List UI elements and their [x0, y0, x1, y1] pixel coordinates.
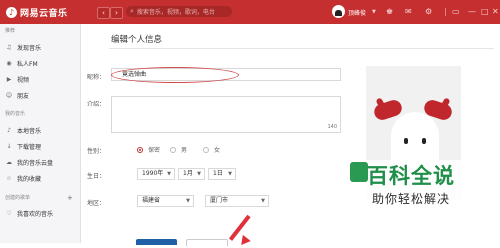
pointer-arrow-head — [237, 234, 251, 248]
watermark-title: 百科全说 — [367, 164, 455, 188]
section-created-playlists: 创建的歌单 — [5, 195, 31, 201]
local-music-icon: ♪ — [7, 126, 11, 134]
birth-month-select[interactable]: 1月 ▼ — [178, 168, 205, 180]
sidebar-item-friends[interactable]: ☺ 朋友 — [5, 90, 29, 100]
add-playlist-icon[interactable]: + — [67, 194, 73, 202]
dropdown-arrow-icon[interactable]: ▼ — [372, 7, 376, 17]
sidebar-item-cloud-disk[interactable]: ☁ 我的音乐云盘 — [5, 157, 53, 167]
radio-icon — [170, 146, 176, 153]
sidebar: 推荐 ♫ 发现音乐 ◉ 私人FM ▶ 视频 ☺ 朋友 我的音乐 ♪ 本地音乐 ↓ 下载管理 … — [0, 24, 81, 243]
page-title: 编辑个人信息 — [111, 35, 163, 45]
forward-button[interactable]: › — [110, 7, 123, 19]
nickname-label: 昵称： — [87, 74, 106, 81]
chevron-down-icon: ▼ — [261, 198, 265, 204]
chevron-down-icon: ▼ — [186, 198, 190, 204]
intro-field[interactable]: 140 — [111, 96, 341, 133]
sidebar-item-fm[interactable]: ◉ 私人FM — [5, 58, 37, 68]
back-button[interactable]: ‹ — [97, 7, 110, 19]
video-icon: ▶ — [6, 75, 12, 83]
highlight-ellipse — [111, 67, 239, 83]
mini-mode-icon[interactable]: ▭ — [452, 7, 460, 17]
birth-day-select[interactable]: 1日 ▼ — [208, 168, 236, 180]
intro-char-counter: 140 — [327, 124, 337, 130]
save-button[interactable] — [136, 239, 177, 245]
download-icon: ↓ — [6, 142, 12, 150]
minimize-icon[interactable]: — — [468, 7, 476, 17]
close-icon[interactable]: ✕ — [492, 7, 499, 17]
chevron-down-icon: ▼ — [197, 171, 201, 177]
username[interactable]: 顶峰俊 — [348, 8, 366, 17]
sidebar-item-local-music[interactable]: ♪ 本地音乐 — [5, 125, 41, 135]
sidebar-item-discover[interactable]: ♫ 发现音乐 — [5, 42, 41, 52]
app-name: 网易云音乐 — [20, 8, 68, 19]
app-logo[interactable]: ♪ 网易云音乐 — [6, 6, 68, 19]
title-bar: ♪ 网易云音乐 ‹ › ⌕ 搜索音乐，视频，歌词，电台 顶峰俊 ▼ ♚ ✉ ⚙ … — [0, 0, 500, 24]
deer-eye — [422, 138, 426, 144]
search-placeholder: 搜索音乐，视频，歌词，电台 — [136, 9, 215, 16]
title-divider — [109, 48, 494, 49]
region-label: 地区： — [87, 200, 106, 207]
cloud-icon: ☁ — [6, 158, 12, 166]
search-input[interactable]: ⌕ 搜索音乐，视频，歌词，电台 — [126, 6, 232, 17]
heart-icon: ♡ — [6, 209, 12, 217]
gender-label: 性别： — [87, 148, 106, 155]
intro-label: 介绍： — [87, 101, 106, 108]
settings-icon[interactable]: ⚙ — [425, 7, 432, 17]
sidebar-item-favorites[interactable]: ☆ 我的收藏 — [5, 173, 41, 183]
chevron-down-icon: ▼ — [228, 171, 232, 177]
sidebar-item-downloads[interactable]: ↓ 下载管理 — [5, 141, 41, 151]
gender-option-female[interactable]: 女 — [203, 145, 220, 154]
gender-option-male[interactable]: 男 — [170, 145, 187, 154]
city-select[interactable]: 厦门市 ▼ — [205, 195, 269, 207]
birth-year-select[interactable]: 1990年 ▼ — [137, 168, 175, 180]
music-note-icon: ♫ — [6, 43, 12, 51]
skin-icon[interactable]: ♚ — [386, 7, 393, 17]
watermark-subtitle: 助你轻松解决 — [372, 192, 451, 206]
avatar-face — [335, 10, 342, 16]
star-icon: ☆ — [6, 174, 12, 182]
gender-option-secret[interactable]: 保密 — [137, 145, 160, 154]
section-recommend: 推荐 — [5, 28, 16, 34]
watermark: 百科全说 助你轻松解决 — [350, 160, 500, 220]
radio-selected-icon — [137, 146, 143, 153]
netease-logo-icon: ♪ — [6, 6, 17, 18]
divider-icon: | — [444, 7, 447, 16]
province-select[interactable]: 福建省 ▼ — [137, 195, 194, 207]
sidebar-item-liked-music[interactable]: ♡ 我喜欢的音乐 — [5, 208, 53, 218]
user-avatar[interactable] — [332, 5, 345, 18]
chevron-down-icon: ▼ — [167, 171, 171, 177]
watermark-logo-icon — [350, 162, 368, 182]
search-icon: ⌕ — [130, 7, 134, 15]
radio-icon — [203, 146, 209, 153]
mail-icon[interactable]: ✉ — [405, 7, 412, 17]
birthday-label: 生日： — [87, 173, 106, 180]
sidebar-item-video[interactable]: ▶ 视频 — [5, 74, 29, 84]
friends-icon: ☺ — [5, 91, 13, 99]
deer-eye — [404, 138, 408, 144]
radio-icon: ◉ — [6, 59, 12, 67]
maximize-icon[interactable]: □ — [481, 7, 489, 17]
section-my-music: 我的音乐 — [5, 111, 26, 117]
